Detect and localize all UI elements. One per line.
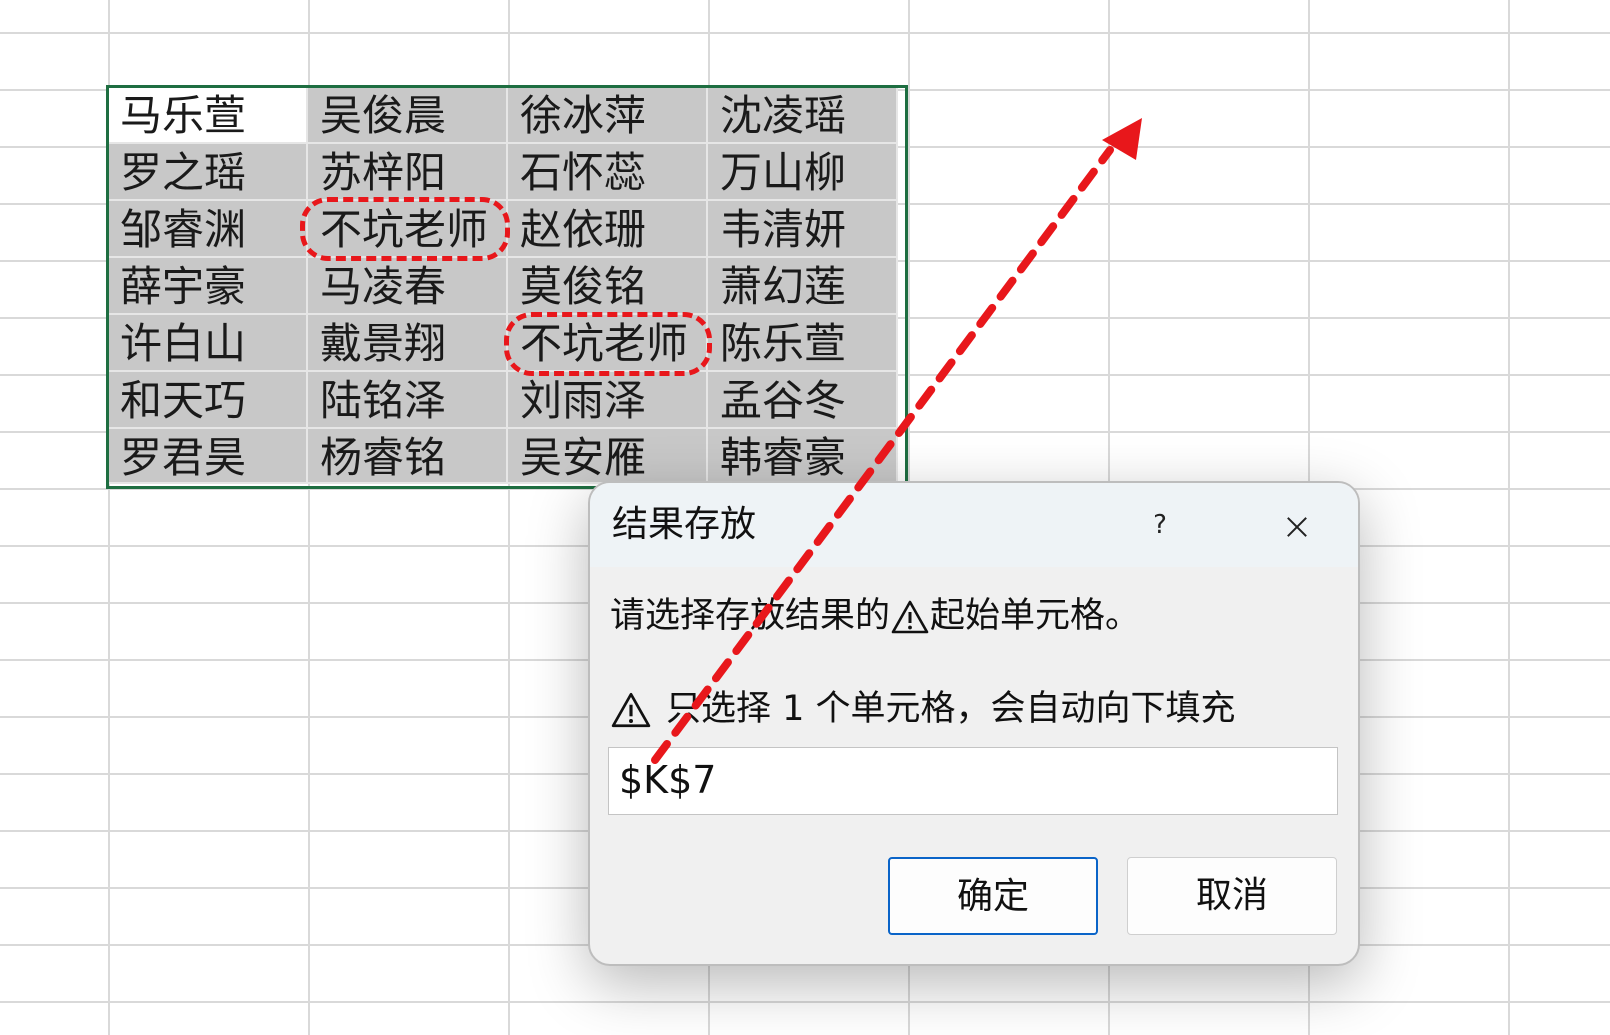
annotation-arrow — [651, 118, 1142, 764]
arrow-shaft — [651, 146, 1114, 764]
